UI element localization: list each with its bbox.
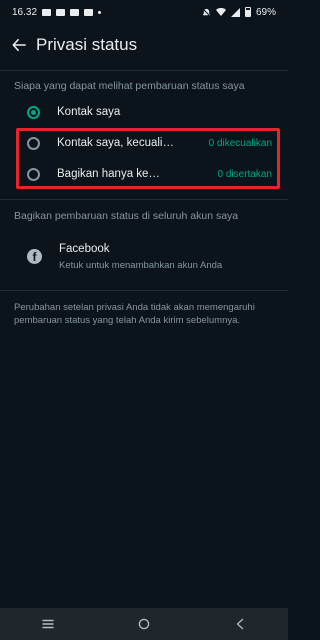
- wifi-icon: [215, 8, 226, 16]
- page-title: Privasi status: [36, 35, 138, 54]
- back-button[interactable]: [2, 28, 36, 62]
- status-time: 16.32: [12, 6, 38, 18]
- facebook-account-row[interactable]: f Facebook Ketuk untuk menambahkan akun …: [0, 238, 288, 280]
- notification-dot-icon: [98, 10, 102, 14]
- share-section-label: Bagikan pembaruan status di seluruh akun…: [14, 210, 239, 222]
- radio-button-checked[interactable]: [27, 105, 40, 119]
- privacy-footnote: Perubahan setelan privasi Anda tidak aka…: [14, 302, 255, 326]
- video-icon: [70, 8, 80, 16]
- status-bar: 16.32 69%: [0, 0, 288, 24]
- battery-icon: [244, 7, 251, 17]
- system-back-button[interactable]: [224, 610, 256, 638]
- circle-icon: [138, 618, 150, 630]
- radio-option-label: Kontak saya: [57, 106, 121, 118]
- arrow-left-icon: [12, 38, 26, 52]
- top-bar: Privasi status: [0, 26, 288, 64]
- message-icon: [42, 8, 52, 16]
- battery-level: 69%: [255, 6, 276, 18]
- privacy-section-label: Siapa yang dapat melihat pembaruan statu…: [14, 80, 245, 92]
- recents-button[interactable]: [32, 610, 64, 638]
- facebook-title: Facebook: [59, 243, 110, 255]
- mute-icon: [202, 8, 211, 16]
- signal-icon: [230, 7, 240, 17]
- menu-icon: [42, 619, 54, 629]
- chevron-left-icon: [236, 618, 244, 630]
- mail-icon: [56, 8, 66, 16]
- header-divider: [0, 70, 288, 71]
- system-navigation-bar: [0, 608, 288, 640]
- facebook-subtitle: Ketuk untuk menambahkan akun Anda: [59, 260, 223, 271]
- highlight-annotation-box: [16, 128, 280, 189]
- section-divider: [0, 290, 288, 291]
- section-divider: [0, 199, 288, 200]
- home-button[interactable]: [128, 610, 160, 638]
- facebook-icon: f: [27, 249, 42, 264]
- calendar-icon: [84, 8, 94, 16]
- radio-option-my-contacts[interactable]: Kontak saya: [0, 99, 288, 125]
